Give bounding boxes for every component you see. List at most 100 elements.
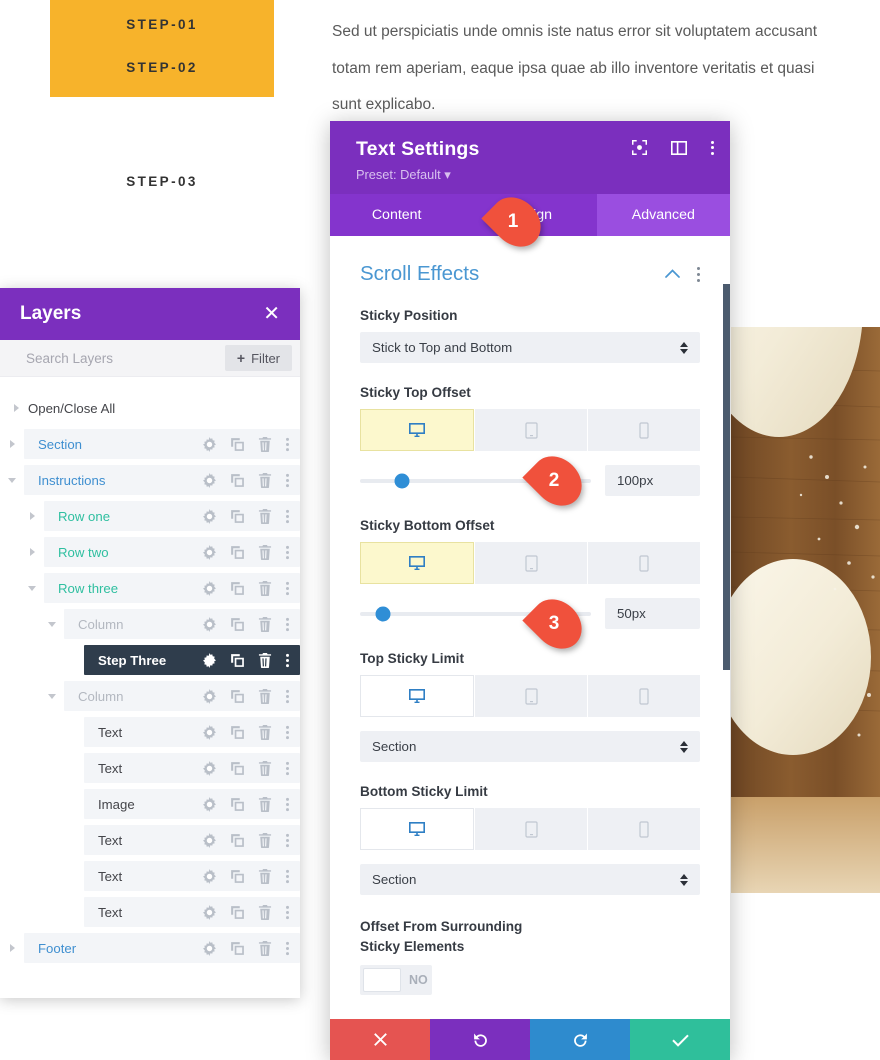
duplicate-icon[interactable] bbox=[230, 761, 245, 776]
layer-row-body[interactable]: Step Three bbox=[84, 645, 300, 675]
more-vertical-icon[interactable] bbox=[285, 437, 290, 452]
cancel-button[interactable] bbox=[330, 1019, 430, 1060]
layer-row[interactable]: Text bbox=[0, 753, 300, 783]
sticky-position-select[interactable]: Stick to Top and Bottom bbox=[360, 332, 700, 363]
duplicate-icon[interactable] bbox=[230, 941, 245, 956]
device-phone-button[interactable] bbox=[588, 808, 700, 850]
more-vertical-icon[interactable] bbox=[285, 689, 290, 704]
gear-icon[interactable] bbox=[202, 940, 217, 956]
layer-row[interactable]: Text bbox=[0, 861, 300, 891]
layer-row-body[interactable]: Instructions bbox=[24, 465, 300, 495]
device-desktop-button[interactable] bbox=[360, 409, 474, 451]
layer-row-body[interactable]: Image bbox=[84, 789, 300, 819]
gear-icon[interactable] bbox=[202, 760, 217, 776]
layer-row[interactable]: Instructions bbox=[0, 465, 300, 495]
more-vertical-icon[interactable] bbox=[711, 140, 714, 155]
layer-row-body[interactable]: Text bbox=[84, 825, 300, 855]
duplicate-icon[interactable] bbox=[230, 869, 245, 884]
gear-icon[interactable] bbox=[202, 508, 217, 524]
layer-row-body[interactable]: Row one bbox=[44, 501, 300, 531]
layer-row-body[interactable]: Section bbox=[24, 429, 300, 459]
device-phone-button[interactable] bbox=[588, 409, 700, 451]
duplicate-icon[interactable] bbox=[230, 905, 245, 920]
more-vertical-icon[interactable] bbox=[285, 509, 290, 524]
gear-icon[interactable] bbox=[202, 796, 217, 812]
more-vertical-icon[interactable] bbox=[285, 617, 290, 632]
device-tablet-button[interactable] bbox=[475, 542, 587, 584]
save-button[interactable] bbox=[630, 1019, 730, 1060]
offset-surrounding-toggle[interactable]: NO bbox=[360, 965, 432, 996]
gear-icon[interactable] bbox=[202, 832, 217, 848]
layout-panel-icon[interactable] bbox=[671, 140, 687, 155]
more-vertical-icon[interactable] bbox=[285, 941, 290, 956]
layer-row[interactable]: Row three bbox=[0, 573, 300, 603]
more-vertical-icon[interactable] bbox=[285, 761, 290, 776]
more-vertical-icon[interactable] bbox=[285, 833, 290, 848]
device-tablet-button[interactable] bbox=[475, 409, 587, 451]
trash-icon[interactable] bbox=[258, 868, 272, 884]
device-phone-button[interactable] bbox=[588, 542, 700, 584]
more-vertical-icon[interactable] bbox=[285, 653, 290, 668]
sticky-bottom-offset-value[interactable]: 50px bbox=[605, 598, 700, 629]
layer-row-body[interactable]: Row three bbox=[44, 573, 300, 603]
more-vertical-icon[interactable] bbox=[285, 869, 290, 884]
gear-icon[interactable] bbox=[202, 472, 217, 488]
trash-icon[interactable] bbox=[258, 472, 272, 488]
layer-row-body[interactable]: Footer bbox=[24, 933, 300, 963]
trash-icon[interactable] bbox=[258, 436, 272, 452]
chevron-down-icon[interactable] bbox=[48, 691, 58, 701]
modal-scrollbar[interactable] bbox=[723, 284, 730, 670]
layer-row-body[interactable]: Text bbox=[84, 861, 300, 891]
device-desktop-button[interactable] bbox=[360, 675, 474, 717]
duplicate-icon[interactable] bbox=[230, 653, 245, 668]
layer-row[interactable]: Text bbox=[0, 897, 300, 927]
duplicate-icon[interactable] bbox=[230, 473, 245, 488]
close-icon[interactable]: ✕ bbox=[263, 304, 280, 324]
layer-row[interactable]: Column bbox=[0, 609, 300, 639]
gear-icon[interactable] bbox=[202, 688, 217, 704]
duplicate-icon[interactable] bbox=[230, 797, 245, 812]
gear-icon[interactable] bbox=[202, 868, 217, 884]
chevron-up-icon[interactable] bbox=[665, 265, 680, 283]
trash-icon[interactable] bbox=[258, 940, 272, 956]
device-phone-button[interactable] bbox=[588, 675, 700, 717]
layer-row[interactable]: Column bbox=[0, 681, 300, 711]
layer-row[interactable]: Footer bbox=[0, 933, 300, 963]
trash-icon[interactable] bbox=[258, 796, 272, 812]
slider-handle[interactable] bbox=[394, 473, 410, 488]
layer-row-body[interactable]: Column bbox=[64, 681, 300, 711]
duplicate-icon[interactable] bbox=[230, 545, 245, 560]
more-vertical-icon[interactable] bbox=[285, 797, 290, 812]
trash-icon[interactable] bbox=[258, 832, 272, 848]
device-desktop-button[interactable] bbox=[360, 808, 474, 850]
duplicate-icon[interactable] bbox=[230, 617, 245, 632]
duplicate-icon[interactable] bbox=[230, 437, 245, 452]
chevron-down-icon[interactable] bbox=[28, 583, 38, 593]
chevron-right-icon[interactable] bbox=[28, 547, 38, 557]
trash-icon[interactable] bbox=[258, 544, 272, 560]
search-input[interactable]: Search Layers bbox=[26, 351, 113, 366]
trash-icon[interactable] bbox=[258, 724, 272, 740]
trash-icon[interactable] bbox=[258, 688, 272, 704]
trash-icon[interactable] bbox=[258, 580, 272, 596]
device-tablet-button[interactable] bbox=[475, 808, 587, 850]
more-vertical-icon[interactable] bbox=[285, 581, 290, 596]
layer-row[interactable]: Section bbox=[0, 429, 300, 459]
duplicate-icon[interactable] bbox=[230, 509, 245, 524]
gear-icon[interactable] bbox=[202, 616, 217, 632]
trash-icon[interactable] bbox=[258, 904, 272, 920]
layer-row[interactable]: Step Three bbox=[0, 645, 300, 675]
trash-icon[interactable] bbox=[258, 508, 272, 524]
more-vertical-icon[interactable] bbox=[285, 725, 290, 740]
chevron-right-icon[interactable] bbox=[8, 943, 18, 953]
preset-selector[interactable]: Preset: Default ▾ bbox=[356, 167, 710, 183]
duplicate-icon[interactable] bbox=[230, 581, 245, 596]
bottom-sticky-limit-select[interactable]: Section bbox=[360, 864, 700, 895]
trash-icon[interactable] bbox=[258, 760, 272, 776]
tab-advanced[interactable]: Advanced bbox=[596, 194, 730, 236]
gear-icon[interactable] bbox=[202, 652, 217, 668]
gear-icon[interactable] bbox=[202, 436, 217, 452]
open-close-all-row[interactable]: Open/Close All bbox=[0, 393, 300, 423]
sticky-top-offset-value[interactable]: 100px bbox=[605, 465, 700, 496]
device-desktop-button[interactable] bbox=[360, 542, 474, 584]
